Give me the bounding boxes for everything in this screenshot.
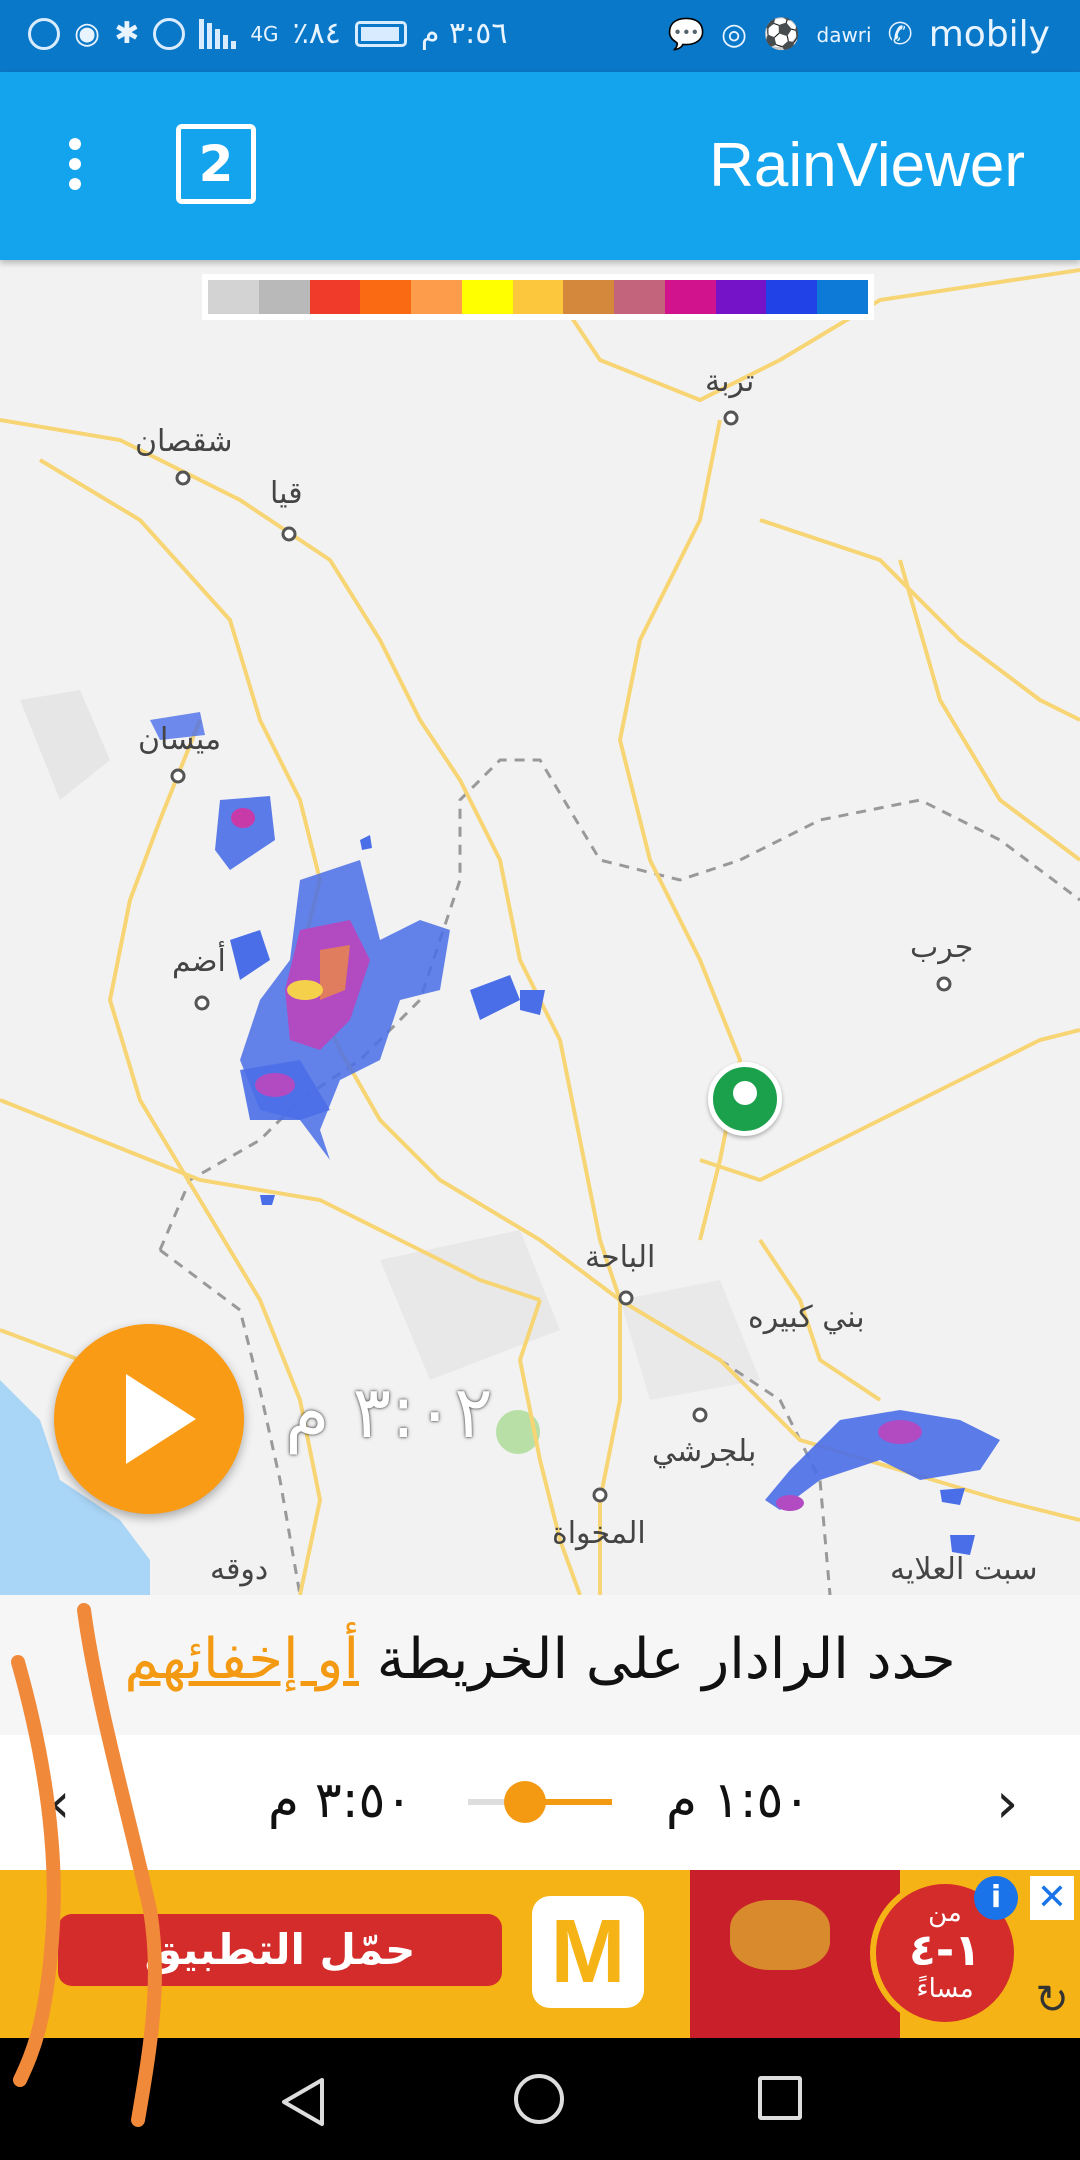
legend-swatch <box>766 280 818 314</box>
radar-color-legend <box>202 274 874 320</box>
message-icon: 💬 <box>667 17 705 52</box>
timeline-end-time: ٣:٥٠ م <box>268 1771 413 1829</box>
play-button[interactable] <box>54 1324 244 1514</box>
alarm-icon <box>153 17 186 50</box>
place-label: سبت العلايه <box>890 1552 1038 1587</box>
timeline-bar: ‹ ٣:٥٠ م ١:٥٠ م › <box>0 1735 1080 1870</box>
signal-icon <box>199 18 237 49</box>
hint-text: حدد الرادار على الخريطة <box>359 1627 956 1692</box>
ad-badge-bottom: مساءً <box>916 1974 974 2004</box>
legend-swatch <box>258 280 310 314</box>
navigation-bar <box>0 2038 1080 2160</box>
ad-food-image <box>690 1870 900 2038</box>
previous-arrow-icon[interactable]: ‹ <box>48 1771 70 1836</box>
timeline-start-time: ١:٥٠ م <box>666 1771 811 1829</box>
radar-select-hint: حدد الرادار على الخريطة أو إخفائهم <box>0 1595 1080 1735</box>
app-title: RainViewer <box>709 131 1025 200</box>
legend-swatch <box>715 280 767 314</box>
battery-percent: ٨٤٪ <box>292 16 341 51</box>
ad-refresh-icon[interactable]: ↻ <box>1030 1978 1074 2022</box>
back-icon[interactable] <box>278 2076 326 2128</box>
ad-badge-main: ١-٤ <box>909 1925 981 1976</box>
ad-info-icon[interactable]: i <box>974 1876 1018 1920</box>
place-label: بني كبيره <box>748 1300 865 1335</box>
legend-swatch <box>309 280 361 314</box>
place-label: ميسان <box>138 722 222 757</box>
legend-swatch <box>411 280 462 314</box>
location-icon: ◉ <box>74 16 101 51</box>
app-bar: 2 RainViewer <box>0 72 1080 260</box>
legend-swatch <box>664 280 716 314</box>
bluetooth-icon: ✱ <box>114 16 140 51</box>
status-right: 💬 ◎ ⚽ dawri ✆ mobily <box>668 14 1050 55</box>
hide-radars-link[interactable]: أو إخفائهم <box>124 1627 359 1692</box>
place-label: المخواة <box>552 1516 646 1551</box>
place-label: شقصان <box>135 424 233 459</box>
legend-swatch <box>208 280 259 314</box>
hotspot-icon <box>28 17 60 50</box>
dawri-icon: dawri <box>816 22 872 47</box>
ad-banner[interactable]: حمّل التطبيق M من ١-٤ مساءً i ✕ ↻ <box>0 1870 1080 2038</box>
legend-swatch <box>817 280 868 314</box>
legend-swatch <box>360 280 412 314</box>
ad-install-button[interactable]: حمّل التطبيق <box>58 1914 502 1986</box>
timeline-slider-handle[interactable] <box>504 1781 546 1823</box>
legend-swatch <box>512 280 564 314</box>
carrier-name: mobily <box>928 14 1050 55</box>
frame-time: ٣:٠٢ م <box>285 1370 493 1454</box>
radar-location-pin-icon[interactable] <box>708 1062 782 1136</box>
status-left: ٣:٥٦ م ٨٤٪ 4G ✱ ◉ <box>28 16 508 51</box>
network-type: 4G <box>250 21 279 46</box>
legend-swatch <box>461 280 513 314</box>
home-icon[interactable] <box>514 2074 564 2124</box>
ad-brand-logo: M <box>532 1896 644 2008</box>
battery-icon <box>354 20 407 47</box>
place-label: أضم <box>172 944 226 979</box>
place-label: دوقه <box>210 1552 269 1587</box>
place-label: الباحة <box>585 1240 656 1275</box>
status-time: ٣:٥٦ م <box>420 16 508 51</box>
screen: ٣:٥٦ م ٨٤٪ 4G ✱ ◉ 💬 ◎ ⚽ dawri ✆ mobily 2… <box>0 0 1080 2160</box>
place-label: قيا <box>270 476 303 511</box>
overflow-menu-icon[interactable] <box>50 132 100 202</box>
whatsapp-icon: ✆ <box>887 17 913 52</box>
place-label: جرب <box>910 930 974 965</box>
layer-button[interactable]: 2 <box>176 124 256 204</box>
football-icon: ⚽ <box>763 17 801 52</box>
recent-apps-icon[interactable] <box>758 2076 802 2120</box>
status-bar: ٣:٥٦ م ٨٤٪ 4G ✱ ◉ 💬 ◎ ⚽ dawri ✆ mobily <box>0 0 1080 72</box>
legend-swatch <box>563 280 615 314</box>
instagram-icon: ◎ <box>720 17 748 52</box>
next-arrow-icon[interactable]: › <box>996 1771 1018 1836</box>
legend-swatch <box>614 280 665 314</box>
place-label: تربة <box>705 364 755 399</box>
ad-close-icon[interactable]: ✕ <box>1030 1876 1074 1920</box>
place-label: بلجرشي <box>652 1434 757 1469</box>
